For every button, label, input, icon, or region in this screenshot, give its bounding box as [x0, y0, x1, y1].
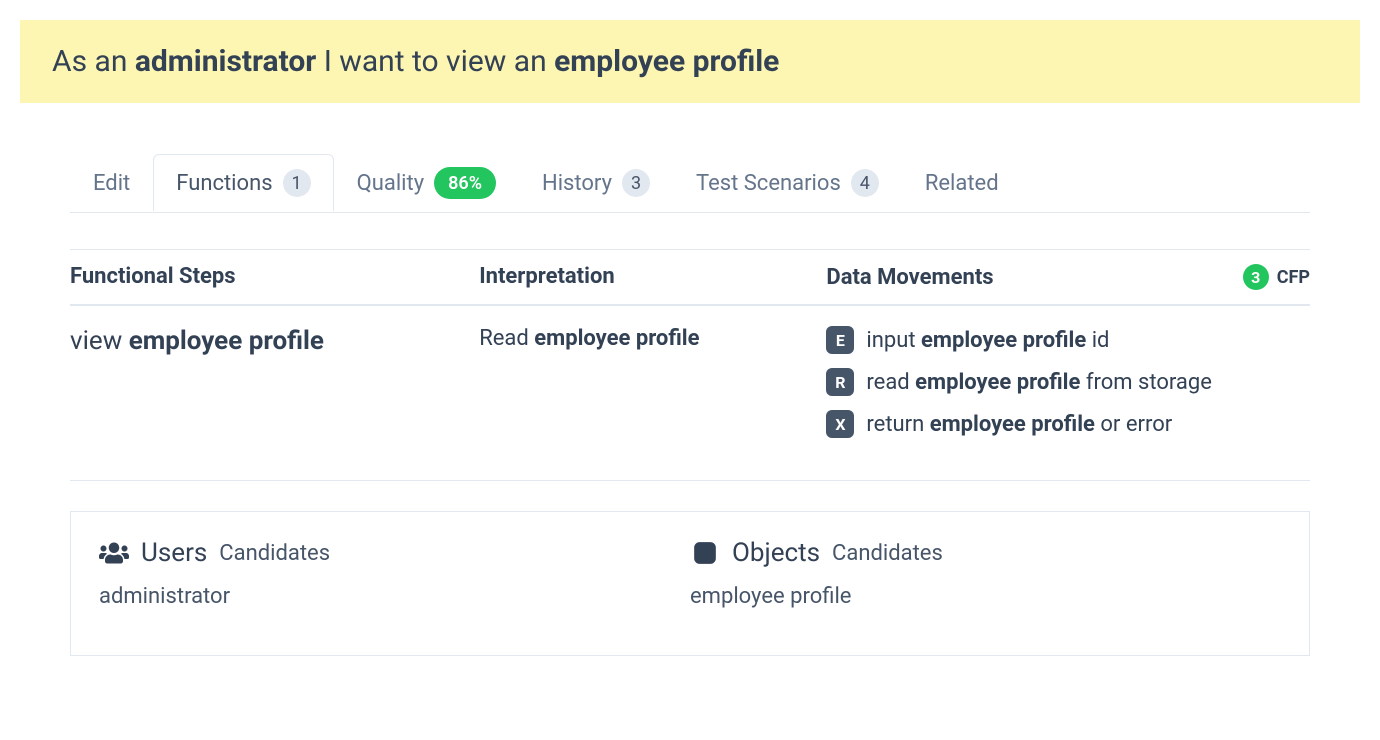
tab-edit-label: Edit: [93, 171, 130, 196]
quality-percent-badge: 86%: [434, 167, 496, 199]
tab-quality-label: Quality: [357, 171, 425, 196]
users-icon: [99, 540, 129, 566]
objects-title: Objects: [732, 538, 820, 568]
objects-candidate-value: employee profile: [690, 584, 1281, 609]
hero-prefix: As an: [52, 44, 135, 79]
tab-history-label: History: [542, 171, 612, 196]
movement-text: return employee profile or error: [866, 412, 1172, 437]
tab-test-scenarios-label: Test Scenarios: [696, 171, 841, 196]
history-count-badge: 3: [622, 169, 650, 197]
movement-exit: X return employee profile or error: [826, 410, 1212, 438]
objects-icon: [690, 540, 720, 566]
interp-object: employee profile: [534, 326, 699, 351]
movement-code-r: R: [826, 368, 854, 396]
tab-edit[interactable]: Edit: [70, 156, 153, 210]
tab-functions[interactable]: Functions 1: [153, 154, 333, 211]
header-functional-steps: Functional Steps: [70, 264, 236, 289]
user-story-banner: As an administrator I want to view an em…: [20, 20, 1360, 103]
hero-middle: I want to view an: [316, 44, 554, 79]
cfp-count-badge: 3: [1243, 264, 1269, 290]
candidates-panel: Users Candidates administrator Objects C…: [70, 511, 1310, 656]
columns-header: Functional Steps Interpretation Data Mov…: [70, 249, 1310, 306]
step-prefix: view: [70, 326, 129, 356]
movement-entry: E input employee profile id: [826, 326, 1212, 354]
movement-code-e: E: [826, 326, 854, 354]
tab-related-label: Related: [925, 171, 999, 196]
movement-code-x: X: [826, 410, 854, 438]
users-subtitle: Candidates: [219, 541, 330, 566]
cfp-label: CFP: [1277, 267, 1310, 288]
header-data-movements: Data Movements: [826, 265, 993, 290]
movement-read: R read employee profile from storage: [826, 368, 1212, 396]
header-interpretation: Interpretation: [479, 264, 615, 289]
hero-object: employee profile: [554, 44, 779, 79]
users-candidate-value: administrator: [99, 584, 690, 609]
hero-role: administrator: [135, 44, 316, 79]
tab-related[interactable]: Related: [902, 156, 1022, 210]
users-candidates: Users Candidates administrator: [99, 538, 690, 609]
interpretation: Read employee profile: [479, 326, 699, 351]
step-object: employee profile: [129, 326, 324, 356]
interp-prefix: Read: [479, 326, 534, 351]
objects-subtitle: Candidates: [832, 541, 943, 566]
cfp-indicator: 3 CFP: [1243, 264, 1310, 290]
functions-count-badge: 1: [283, 169, 311, 197]
function-row: view employee profile Read employee prof…: [70, 306, 1310, 481]
tabs-bar: Edit Functions 1 Quality 86% History 3 T…: [70, 151, 1310, 213]
data-movements-list: E input employee profile id R read emplo…: [826, 326, 1212, 438]
functional-step: view employee profile: [70, 326, 324, 356]
scenarios-count-badge: 4: [851, 169, 879, 197]
tab-quality[interactable]: Quality 86%: [334, 152, 519, 213]
tab-functions-label: Functions: [176, 171, 272, 196]
tab-test-scenarios[interactable]: Test Scenarios 4: [673, 154, 902, 211]
movement-text: input employee profile id: [866, 328, 1109, 353]
users-title: Users: [141, 538, 207, 568]
movement-text: read employee profile from storage: [866, 370, 1212, 395]
objects-candidates: Objects Candidates employee profile: [690, 538, 1281, 609]
tab-history[interactable]: History 3: [519, 154, 673, 211]
